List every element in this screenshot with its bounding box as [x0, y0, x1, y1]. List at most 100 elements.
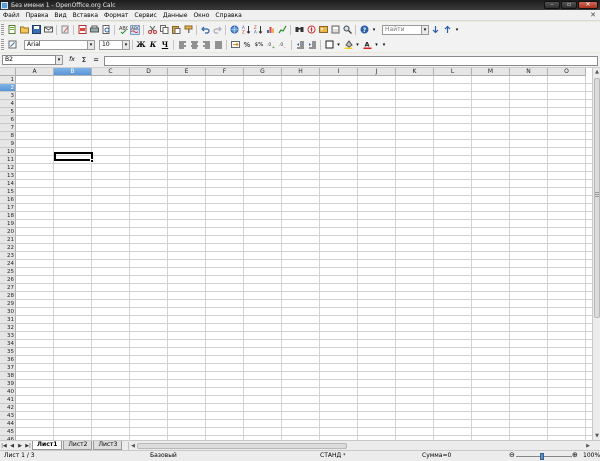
row-header[interactable]: 3 — [0, 92, 16, 100]
select-all-corner[interactable] — [0, 68, 16, 76]
row-header[interactable]: 29 — [0, 300, 16, 308]
save-icon[interactable] — [31, 25, 41, 35]
formula-equals-icon[interactable]: = — [91, 55, 101, 65]
italic-button[interactable]: К — [148, 40, 158, 50]
row-header[interactable]: 34 — [0, 340, 16, 348]
bold-button[interactable]: Ж — [136, 40, 146, 50]
row-header[interactable]: 22 — [0, 244, 16, 252]
scroll-left-icon[interactable]: ◀ — [129, 442, 137, 450]
formatting-toolbar-options-icon[interactable]: ▾ — [381, 40, 387, 50]
page-style-status[interactable]: Базовый — [150, 451, 177, 461]
sort-ascending-icon[interactable]: AZ — [241, 25, 251, 35]
column-header[interactable]: E — [168, 68, 206, 76]
row-header[interactable]: 2 — [0, 84, 16, 92]
align-left-icon[interactable] — [177, 40, 187, 50]
open-folder-icon[interactable] — [19, 25, 29, 35]
show-draw-functions-icon[interactable] — [277, 25, 287, 35]
row-header[interactable]: 33 — [0, 332, 16, 340]
copy-icon[interactable] — [159, 25, 169, 35]
find-dropdown-icon[interactable]: ▾ — [422, 24, 429, 35]
row-header[interactable]: 19 — [0, 220, 16, 228]
borders-icon[interactable] — [324, 40, 334, 50]
font-size-select[interactable]: 10 — [99, 39, 123, 50]
row-header[interactable]: 36 — [0, 356, 16, 364]
row-header[interactable]: 40 — [0, 388, 16, 396]
zoom-level-status[interactable]: 100% — [583, 451, 600, 461]
scroll-up-icon[interactable]: ▲ — [593, 68, 600, 76]
sheet-tab-2[interactable]: Лист2 — [63, 441, 93, 450]
toolbar-grip[interactable] — [1, 24, 4, 35]
font-color-icon[interactable]: A — [362, 40, 372, 50]
insert-chart-icon[interactable] — [265, 25, 275, 35]
previous-sheet-icon[interactable]: ◀ — [8, 442, 16, 450]
row-header[interactable]: 10 — [0, 148, 16, 156]
number-format-currency-button[interactable]: $% — [254, 40, 264, 50]
column-header[interactable]: J — [358, 68, 396, 76]
scroll-down-icon[interactable]: ▼ — [593, 432, 600, 440]
row-header[interactable]: 23 — [0, 252, 16, 260]
row-header[interactable]: 12 — [0, 164, 16, 172]
toolbar-grip[interactable] — [1, 39, 4, 50]
new-document-icon[interactable] — [7, 25, 17, 35]
menu-tools[interactable]: Сервис — [131, 12, 159, 19]
background-color-dropdown-icon[interactable]: ▾ — [355, 40, 360, 50]
row-header[interactable]: 44 — [0, 420, 16, 428]
spreadsheet-grid[interactable]: ABCDEFGHIJKLMNO 1 2 3 4 5 6 7 8 9 10 11 12 13 14 15 16 1… — [0, 68, 592, 440]
menu-help[interactable]: Справка — [212, 12, 244, 19]
sheet-tab-1[interactable]: Лист1 — [32, 441, 63, 450]
menu-data[interactable]: Данные — [160, 12, 191, 19]
name-box[interactable]: B2 — [2, 55, 56, 65]
sum-status[interactable]: Сумма=0 — [422, 451, 451, 461]
column-header[interactable]: K — [396, 68, 434, 76]
hyperlink-icon[interactable] — [229, 25, 239, 35]
row-header[interactable]: 32 — [0, 324, 16, 332]
row-header[interactable]: 30 — [0, 308, 16, 316]
redo-icon[interactable] — [212, 25, 222, 35]
menu-file[interactable]: Файл — [0, 12, 23, 19]
row-header[interactable]: 7 — [0, 124, 16, 132]
row-header[interactable]: 43 — [0, 412, 16, 420]
column-header[interactable]: H — [282, 68, 320, 76]
row-header[interactable]: 25 — [0, 268, 16, 276]
row-header[interactable]: 27 — [0, 284, 16, 292]
row-header[interactable]: 41 — [0, 396, 16, 404]
zoom-in-icon[interactable]: ⊕ — [572, 450, 578, 460]
row-header[interactable]: 26 — [0, 276, 16, 284]
clone-formatting-icon[interactable] — [183, 25, 193, 35]
column-header[interactable]: C — [92, 68, 130, 76]
gallery-icon[interactable] — [318, 25, 328, 35]
first-sheet-icon[interactable]: |◀ — [0, 442, 8, 450]
zoom-slider-handle[interactable] — [540, 453, 544, 460]
column-header[interactable]: M — [472, 68, 510, 76]
column-header[interactable]: N — [510, 68, 548, 76]
cut-icon[interactable] — [147, 25, 157, 35]
row-header[interactable]: 39 — [0, 380, 16, 388]
function-wizard-icon[interactable]: fx — [67, 55, 77, 65]
email-icon[interactable] — [43, 25, 53, 35]
find-replace-icon[interactable] — [294, 25, 304, 35]
close-document-button[interactable]: ✕ — [590, 11, 596, 19]
navigator-icon[interactable] — [306, 25, 316, 35]
row-header[interactable]: 21 — [0, 236, 16, 244]
find-previous-icon[interactable] — [442, 25, 452, 35]
selection-mode-status[interactable]: СТАНД — [320, 451, 341, 461]
menu-format[interactable]: Формат — [101, 12, 131, 19]
row-header[interactable]: 18 — [0, 212, 16, 220]
sum-icon[interactable]: Σ — [79, 55, 89, 65]
font-size-dropdown-icon[interactable]: ▾ — [123, 39, 130, 50]
menu-view[interactable]: Вид — [51, 12, 69, 19]
row-header[interactable]: 6 — [0, 116, 16, 124]
find-toolbar-options-icon[interactable]: ▾ — [454, 25, 460, 35]
page-preview-icon[interactable] — [101, 25, 111, 35]
row-header[interactable]: 38 — [0, 372, 16, 380]
add-decimal-place-icon[interactable]: .0 + — [266, 40, 276, 50]
row-header[interactable]: 1 — [0, 76, 16, 84]
align-right-icon[interactable] — [201, 40, 211, 50]
column-header[interactable]: F — [206, 68, 244, 76]
edit-file-icon[interactable] — [60, 25, 70, 35]
background-color-icon[interactable] — [343, 40, 353, 50]
row-header[interactable]: 24 — [0, 260, 16, 268]
row-header[interactable]: 14 — [0, 180, 16, 188]
row-header[interactable]: 4 — [0, 100, 16, 108]
zoom-slider[interactable] — [516, 456, 572, 457]
